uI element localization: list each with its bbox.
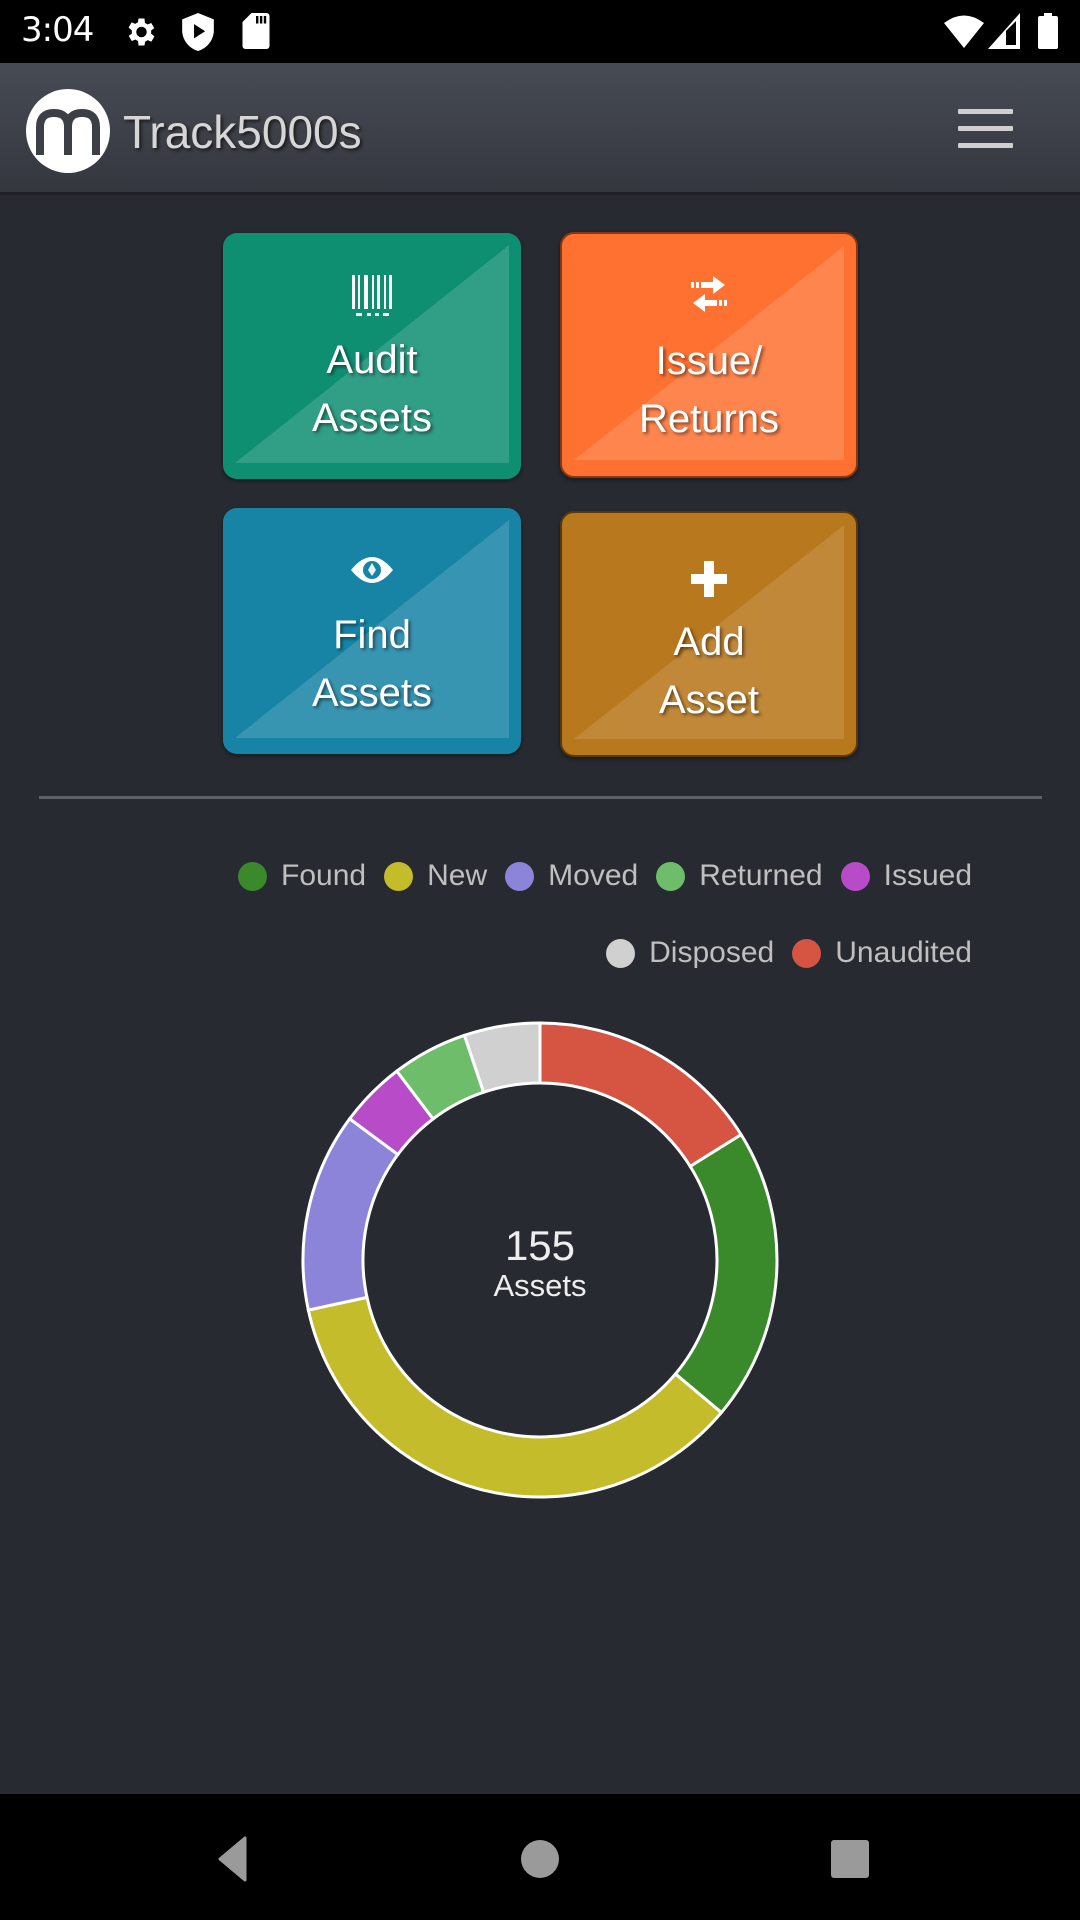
legend-dot xyxy=(384,861,414,891)
system-nav-bar xyxy=(0,1794,1080,1920)
legend-item-disposed[interactable]: Disposed xyxy=(606,936,774,970)
legend-row-2: Disposed Unaudited xyxy=(588,936,972,970)
hamburger-menu-icon-bar xyxy=(958,109,1013,114)
legend-item-moved[interactable]: Moved xyxy=(505,859,638,893)
legend-dot xyxy=(505,861,535,891)
legend-label: Returned xyxy=(699,859,823,892)
chart-center-label: Assets xyxy=(493,1268,587,1303)
status-time: 3:04 xyxy=(21,10,94,50)
tile-label: Find Assets xyxy=(223,606,521,722)
gear-icon xyxy=(128,18,155,46)
audit-assets-button[interactable]: Audit Assets xyxy=(223,233,521,479)
app-logo[interactable] xyxy=(26,89,110,173)
legend-label: Unaudited xyxy=(835,936,972,969)
tile-label-line1: Audit xyxy=(326,338,418,382)
exchange-arrows-icon xyxy=(562,274,856,318)
home-button[interactable] xyxy=(510,1834,570,1884)
tile-label-line1: Issue/ xyxy=(655,339,763,383)
back-button[interactable] xyxy=(200,1834,260,1884)
donut-segment-new[interactable] xyxy=(306,1295,724,1499)
tile-label-line2: Assets xyxy=(311,671,433,715)
app-title: Track5000s xyxy=(123,106,362,158)
app-header: Track5000s xyxy=(0,63,1080,195)
tile-label-line1: Add xyxy=(673,620,745,664)
legend-item-new[interactable]: New xyxy=(384,859,487,893)
legend-dot xyxy=(656,861,686,891)
add-asset-button[interactable]: Add Asset xyxy=(560,511,858,757)
hamburger-menu-button[interactable] xyxy=(955,107,1015,151)
status-bar: 3:04 xyxy=(0,0,1080,63)
eye-icon xyxy=(223,548,521,592)
legend-item-returned[interactable]: Returned xyxy=(656,859,823,893)
legend-dot xyxy=(792,938,822,968)
legend-dot xyxy=(840,861,870,891)
legend-dot xyxy=(606,938,636,968)
sd-card-icon xyxy=(242,13,270,49)
tile-label-line2: Asset xyxy=(658,678,760,722)
legend-label: New xyxy=(427,859,488,892)
hamburger-menu-icon-bar xyxy=(958,143,1013,148)
cell-signal-icon xyxy=(988,13,1020,49)
tile-label-line1: Find xyxy=(333,613,411,657)
tile-label-line2: Assets xyxy=(311,396,433,440)
legend-row-1: Found New Moved Returned Issued xyxy=(220,859,972,893)
hamburger-menu-icon-bar xyxy=(958,126,1013,131)
tile-label: Audit Assets xyxy=(223,331,521,447)
legend-dot xyxy=(238,861,268,891)
chart-center-total: 155 xyxy=(504,1222,576,1269)
recents-button[interactable] xyxy=(820,1834,880,1884)
tile-label: Issue/ Returns xyxy=(562,332,856,448)
back-icon xyxy=(218,1836,247,1882)
legend-label: Found xyxy=(281,859,367,892)
barcode-icon xyxy=(223,273,521,317)
play-shield-icon xyxy=(182,13,214,51)
donut-segment-unaudited[interactable] xyxy=(538,1021,744,1169)
find-assets-button[interactable]: Find Assets xyxy=(223,508,521,754)
legend-item-unaudited[interactable]: Unaudited xyxy=(792,936,972,970)
logo-m-icon xyxy=(36,108,100,155)
legend-item-found[interactable]: Found xyxy=(238,859,366,893)
plus-icon xyxy=(562,557,856,601)
legend-label: Issued xyxy=(883,859,972,892)
issue-returns-button[interactable]: Issue/ Returns xyxy=(560,232,858,478)
home-icon xyxy=(521,1840,559,1878)
tile-label-line2: Returns xyxy=(638,397,780,441)
wifi-icon xyxy=(944,15,984,48)
legend-label: Moved xyxy=(548,859,639,892)
tile-label: Add Asset xyxy=(562,613,856,729)
recents-icon xyxy=(831,1840,869,1878)
section-divider xyxy=(39,796,1042,799)
battery-icon xyxy=(1038,13,1058,49)
legend-item-issued[interactable]: Issued xyxy=(840,859,972,893)
legend-label: Disposed xyxy=(649,936,775,969)
